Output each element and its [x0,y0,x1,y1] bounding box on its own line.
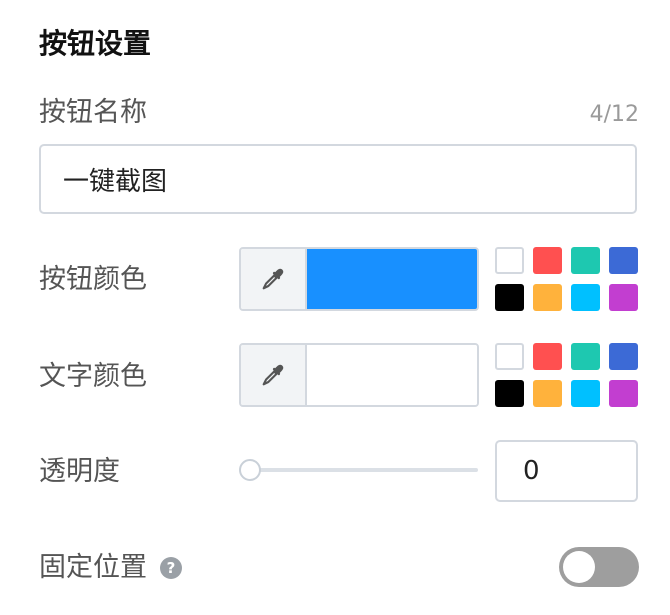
palette-swatch[interactable] [495,343,524,370]
toggle-knob [563,551,595,583]
palette-swatch[interactable] [495,284,524,311]
palette-swatch[interactable] [533,380,562,407]
palette-swatch[interactable] [609,343,638,370]
eyedropper-button[interactable] [241,249,307,309]
palette-swatch[interactable] [571,343,600,370]
eyedropper-icon [262,364,284,386]
button-color-label: 按钮颜色 [39,264,147,295]
opacity-label: 透明度 [39,456,120,487]
button-name-label: 按钮名称 [39,97,147,128]
text-color-swatch[interactable] [307,345,477,405]
eyedropper-button[interactable] [241,345,307,405]
opacity-input[interactable] [495,440,638,502]
palette-swatch[interactable] [609,284,638,311]
section-title: 按钮设置 [39,27,152,60]
button-name-input[interactable] [39,144,637,214]
palette-swatch[interactable] [533,343,562,370]
text-color-palette [495,343,641,409]
palette-swatch[interactable] [533,284,562,311]
eyedropper-icon [262,268,284,290]
palette-swatch[interactable] [571,284,600,311]
character-counter: 4/12 [589,102,639,127]
palette-swatch[interactable] [495,380,524,407]
question-circle-icon[interactable]: ? [160,557,182,579]
palette-swatch[interactable] [609,247,638,274]
button-color-picker[interactable] [239,247,479,311]
palette-swatch[interactable] [609,380,638,407]
palette-swatch[interactable] [571,380,600,407]
palette-swatch[interactable] [571,247,600,274]
palette-swatch[interactable] [533,247,562,274]
button-color-palette [495,247,641,313]
fixed-position-toggle[interactable] [559,547,639,587]
opacity-slider-track[interactable] [240,468,478,472]
opacity-slider-thumb[interactable] [239,459,261,481]
palette-swatch[interactable] [495,247,524,274]
text-color-label: 文字颜色 [39,361,147,392]
button-color-swatch[interactable] [307,249,477,309]
fixed-position-label: 固定位置 [39,552,147,583]
text-color-picker[interactable] [239,343,479,407]
